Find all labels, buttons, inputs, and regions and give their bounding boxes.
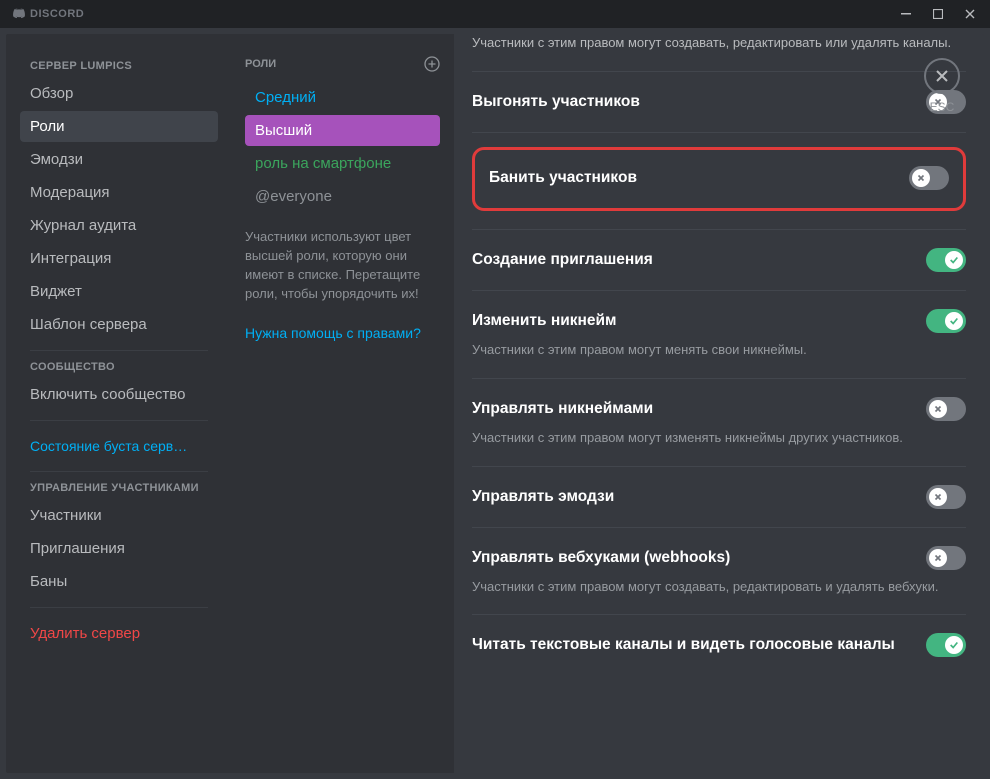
check-icon xyxy=(949,255,959,265)
permission-title: Управлять никнеймами xyxy=(472,400,653,418)
permission-toggle[interactable] xyxy=(926,309,966,333)
permissions-panel: Участники с этим правом могут создавать,… xyxy=(454,34,984,773)
roles-help-text: Участники используют цвет высшей роли, к… xyxy=(245,228,440,303)
minimize-icon xyxy=(901,9,911,19)
permission-title: Банить участников xyxy=(489,169,637,187)
x-icon xyxy=(933,553,943,563)
check-icon xyxy=(949,316,959,326)
permission-toggle[interactable] xyxy=(926,397,966,421)
permission-title: Изменить никнейм xyxy=(472,312,617,330)
esc-label: ESC xyxy=(930,100,955,114)
settings-sidebar: СЕРВЕР LUMPICS Обзор Роли Эмодзи Модерац… xyxy=(6,34,226,773)
permission-description: Участники с этим правом могут менять сво… xyxy=(472,341,966,360)
role-item[interactable]: Высший xyxy=(245,115,440,146)
permission-toggle[interactable] xyxy=(926,546,966,570)
x-icon xyxy=(933,492,943,502)
sidebar-item-bans[interactable]: Баны xyxy=(20,566,218,597)
x-icon xyxy=(916,173,926,183)
permission-row: Изменить никнейм Участники с этим правом … xyxy=(472,291,966,379)
close-settings: ESC xyxy=(924,58,960,114)
permission-description: Участники с этим правом могут изменять н… xyxy=(472,429,966,448)
sidebar-item-delete-server[interactable]: Удалить сервер xyxy=(20,618,218,649)
sidebar-divider xyxy=(30,420,208,421)
sidebar-item-widget[interactable]: Виджет xyxy=(20,276,218,307)
roles-header-label: РОЛИ xyxy=(245,58,276,70)
window-titlebar: DISCORD xyxy=(0,0,990,28)
community-header: СООБЩЕСТВО xyxy=(30,361,218,373)
discord-icon xyxy=(12,7,26,21)
permission-toggle[interactable] xyxy=(926,485,966,509)
permission-row: Управлять никнеймами Участники с этим пра… xyxy=(472,379,966,467)
close-icon xyxy=(934,68,950,84)
close-icon xyxy=(965,9,975,19)
sidebar-item-moderation[interactable]: Модерация xyxy=(20,177,218,208)
app-logo: DISCORD xyxy=(12,7,84,21)
app-name: DISCORD xyxy=(30,8,84,20)
sidebar-item-template[interactable]: Шаблон сервера xyxy=(20,309,218,340)
role-item[interactable]: @everyone xyxy=(245,181,440,212)
highlighted-permission-ban-members: Банить участников xyxy=(472,147,966,211)
permission-toggle[interactable] xyxy=(926,248,966,272)
permission-toggle[interactable] xyxy=(926,633,966,657)
sidebar-item-integration[interactable]: Интеграция xyxy=(20,243,218,274)
permission-divider xyxy=(472,132,966,133)
permission-title: Читать текстовые каналы и видеть голосов… xyxy=(472,636,895,654)
server-name-header: СЕРВЕР LUMPICS xyxy=(30,60,218,72)
role-item[interactable]: Средний xyxy=(245,82,440,113)
window-minimize-button[interactable] xyxy=(894,4,918,24)
permission-title: Создание приглашения xyxy=(472,251,653,269)
sidebar-item-enable-community[interactable]: Включить сообщество xyxy=(20,379,218,410)
permission-row: Создание приглашения xyxy=(472,230,966,291)
roles-list-panel: РОЛИ Средний Высший роль на смартфоне @e… xyxy=(226,34,454,773)
permission-row: Выгонять участников xyxy=(472,72,966,133)
members-management-header: УПРАВЛЕНИЕ УЧАСТНИКАМИ xyxy=(30,482,218,494)
sidebar-item-overview[interactable]: Обзор xyxy=(20,78,218,109)
permission-title: Управлять вебхуками (webhooks) xyxy=(472,549,730,567)
sidebar-item-boost-status[interactable]: Состояние буста серв… xyxy=(20,431,218,461)
permission-title: Выгонять участников xyxy=(472,93,640,111)
sidebar-item-roles[interactable]: Роли xyxy=(20,111,218,142)
window-close-button[interactable] xyxy=(958,4,982,24)
sidebar-item-emoji[interactable]: Эмодзи xyxy=(20,144,218,175)
permission-toggle[interactable] xyxy=(909,166,949,190)
sidebar-divider xyxy=(30,350,208,351)
sidebar-divider xyxy=(30,471,208,472)
permission-row: Управлять эмодзи xyxy=(472,467,966,528)
maximize-icon xyxy=(933,9,943,19)
check-icon xyxy=(949,640,959,650)
sidebar-item-invites[interactable]: Приглашения xyxy=(20,533,218,564)
sidebar-item-audit-log[interactable]: Журнал аудита xyxy=(20,210,218,241)
permission-title: Управлять эмодзи xyxy=(472,488,614,506)
sidebar-divider xyxy=(30,607,208,608)
add-role-button[interactable] xyxy=(424,56,440,72)
x-icon xyxy=(933,404,943,414)
sidebar-item-members[interactable]: Участники xyxy=(20,500,218,531)
roles-help-link[interactable]: Нужна помощь с правами? xyxy=(245,325,440,341)
permission-description: Участники с этим правом могут создавать,… xyxy=(472,34,966,53)
permission-description: Участники с этим правом могут создавать,… xyxy=(472,578,966,597)
role-item[interactable]: роль на смартфоне xyxy=(245,148,440,179)
close-settings-button[interactable] xyxy=(924,58,960,94)
permission-row: Читать текстовые каналы и видеть голосов… xyxy=(472,615,966,657)
permission-row: Управлять вебхуками (webhooks) Участники … xyxy=(472,528,966,616)
plus-circle-icon xyxy=(424,56,440,72)
window-maximize-button[interactable] xyxy=(926,4,950,24)
